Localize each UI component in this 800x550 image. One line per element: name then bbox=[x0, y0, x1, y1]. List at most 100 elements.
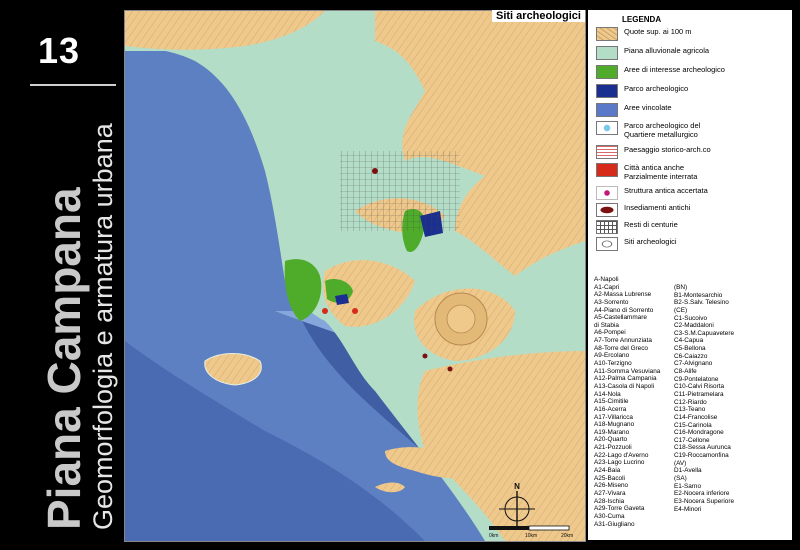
site-code-item: B2-S.Salv. Telesino bbox=[674, 299, 729, 307]
legend-label: Struttura antica accertata bbox=[624, 186, 708, 195]
site-code-item: A4-Piano di Sorrento bbox=[594, 306, 654, 314]
site-code-item: A27-Vivara bbox=[594, 489, 626, 497]
map-panel[interactable]: N 0km 10km 20km bbox=[124, 10, 586, 542]
centuriation-grid bbox=[340, 151, 460, 231]
scale-label-mid: 10km bbox=[525, 533, 537, 539]
ancient-city-pozzuoli bbox=[322, 308, 328, 314]
site-code-item: A5-Castellammare bbox=[594, 314, 647, 322]
map-title: Siti archeologici bbox=[492, 10, 585, 22]
ancient-city-ercolano bbox=[352, 308, 358, 314]
legend-item-structure: Struttura antica accertata bbox=[596, 186, 708, 200]
legend-label: Aree vincolate bbox=[624, 103, 672, 112]
site-code-item: B1-Montesarchio bbox=[674, 291, 723, 299]
legend-item-metallurgic: Parco archeologico del Quartiere metallu… bbox=[596, 121, 700, 139]
legend-item-highland: Quote sup. ai 100 m bbox=[596, 27, 692, 41]
settlement-minori bbox=[447, 366, 453, 372]
settlement-stabia bbox=[422, 353, 428, 359]
site-code-item: A21-Pozzuoli bbox=[594, 444, 632, 452]
site-code-item: C7-Alvignano bbox=[674, 360, 713, 368]
site-code-item: A31-Giugliano bbox=[594, 520, 635, 528]
site-code-item: E1-Sarno bbox=[674, 482, 701, 490]
scale-label-right: 20km bbox=[561, 533, 573, 539]
legend-item-restricted: Aree vincolate bbox=[596, 103, 672, 117]
site-code-item: A17-Villaricca bbox=[594, 413, 633, 421]
grid-swatch-icon bbox=[596, 220, 618, 234]
site-code-item: C9-Pontelatone bbox=[674, 375, 719, 383]
legend-label: Città antica anche Parzialmente interrat… bbox=[624, 163, 698, 181]
settlement-swatch-icon bbox=[596, 203, 618, 217]
sheet-title-block: Piana Campana Geomorfologia e armatura u… bbox=[38, 123, 118, 530]
site-code-item: A24-Baia bbox=[594, 467, 621, 475]
sheet-subtitle: Geomorfologia e armatura urbana bbox=[88, 123, 118, 530]
site-code-item: A1-Capri bbox=[594, 283, 620, 291]
volcano-inner bbox=[446, 304, 476, 334]
site-code-item: C13-Teano bbox=[674, 406, 706, 414]
green-swatch-icon bbox=[596, 65, 618, 79]
blue-swatch-icon bbox=[596, 103, 618, 117]
site-code-item: C1-Sucoivo bbox=[674, 314, 708, 322]
legend-label: Quote sup. ai 100 m bbox=[624, 27, 692, 36]
site-code-item: E2-Nocera inferiore bbox=[674, 490, 730, 498]
site-code-item: A18-Mugnano bbox=[594, 421, 635, 429]
legend-label: Piana alluvionale agricola bbox=[624, 46, 710, 55]
site-code-item: A6-Pompei bbox=[594, 329, 626, 337]
legend-item-sites: Siti archeologici bbox=[596, 237, 677, 251]
plain-swatch-icon bbox=[596, 46, 618, 60]
site-code-item: C16-Mondragone bbox=[674, 429, 724, 437]
site-code-item: A15-Cimitile bbox=[594, 398, 629, 406]
site-code-item: (CE) bbox=[674, 306, 688, 314]
site-code-item: C10-Calvi Risorta bbox=[674, 383, 725, 391]
red-lines-swatch-icon bbox=[596, 145, 618, 159]
site-code-item: C14-Francolise bbox=[674, 413, 718, 421]
site-code-item: A9-Ercolano bbox=[594, 352, 630, 360]
light-blue-dot-swatch-icon bbox=[596, 121, 618, 135]
site-code-item: C17-Cellone bbox=[674, 436, 710, 444]
site-code-item: A7-Torre Annunziata bbox=[594, 337, 652, 345]
hatched-highland-swatch-icon bbox=[596, 27, 618, 41]
site-code-item: C11-Pietramelara bbox=[674, 390, 724, 398]
site-code-item: C12-Riardo bbox=[674, 398, 707, 406]
site-code-item: A23-Lago Lucrino bbox=[594, 459, 645, 467]
site-outline-swatch-icon bbox=[596, 237, 618, 251]
legend-item-landscape: Paesaggio storico-arch.co bbox=[596, 145, 711, 159]
site-code-item: (AV) bbox=[674, 459, 687, 467]
scale-bar bbox=[489, 525, 570, 531]
legend-item-archaeo-interest: Aree di interesse archeologico bbox=[596, 65, 725, 79]
site-code-item: A19-Marano bbox=[594, 428, 630, 436]
site-code-item: C18-Sessa Aurunca bbox=[674, 444, 731, 452]
settlement-capua bbox=[372, 168, 378, 174]
site-code-item: A3-Sorrento bbox=[594, 298, 629, 306]
site-code-item: C8-Alife bbox=[674, 368, 697, 376]
site-code-item: A13-Casola di Napoli bbox=[594, 382, 655, 390]
site-code-item: A25-Bacoli bbox=[594, 474, 625, 482]
scale-label-left: 0km bbox=[489, 533, 498, 539]
legend-label: Siti archeologici bbox=[624, 237, 677, 246]
site-code-item: A2-Massa Lubrense bbox=[594, 291, 652, 299]
site-code-item: (BN) bbox=[674, 284, 688, 291]
legend-item-settlements: Insediamenti antichi bbox=[596, 203, 690, 217]
site-code-item: C15-Carinola bbox=[674, 421, 712, 429]
map-canvas[interactable]: N 0km 10km 20km bbox=[125, 11, 585, 541]
site-code-item: A26-Miseno bbox=[594, 482, 629, 490]
site-code-item: A30-Cuma bbox=[594, 512, 625, 520]
legend-panel: LEGENDA Quote sup. ai 100 m Piana alluvi… bbox=[588, 10, 792, 540]
magenta-dot-swatch-icon bbox=[596, 186, 618, 200]
site-code-item: A22-Lago d'Averno bbox=[594, 451, 649, 459]
site-code-item: A28-Ischia bbox=[594, 497, 625, 505]
site-code-item: A20-Quarto bbox=[594, 436, 628, 444]
site-codes-right: (BN) B1-Montesarchio B2-S.Salv. Telesino (C… bbox=[674, 284, 734, 513]
site-codes-left: A-Napoli A1-Capri A2-Massa Lubrense A3-Sorr… bbox=[594, 276, 660, 528]
site-code-item: D1-Avella bbox=[674, 467, 702, 475]
site-code-item: C6-Caiazzo bbox=[674, 352, 708, 360]
site-code-item: E3-Nocera Superiore bbox=[674, 497, 735, 505]
site-code-item: A14-Nola bbox=[594, 390, 621, 398]
site-code-item: C19-Roccamonfina bbox=[674, 452, 729, 460]
legend-item-ancient-city: Città antica anche Parzialmente interrat… bbox=[596, 163, 697, 181]
legend-label: Parco archeologico bbox=[624, 84, 689, 93]
sheet-title: Piana Campana bbox=[38, 187, 90, 530]
site-code-item: A-Napoli bbox=[594, 276, 619, 283]
legend-label: Insediamenti antichi bbox=[624, 203, 691, 212]
site-code-item: (SA) bbox=[674, 475, 687, 483]
site-code-item: C5-Bellona bbox=[674, 345, 706, 353]
sheet-divider bbox=[30, 84, 116, 86]
